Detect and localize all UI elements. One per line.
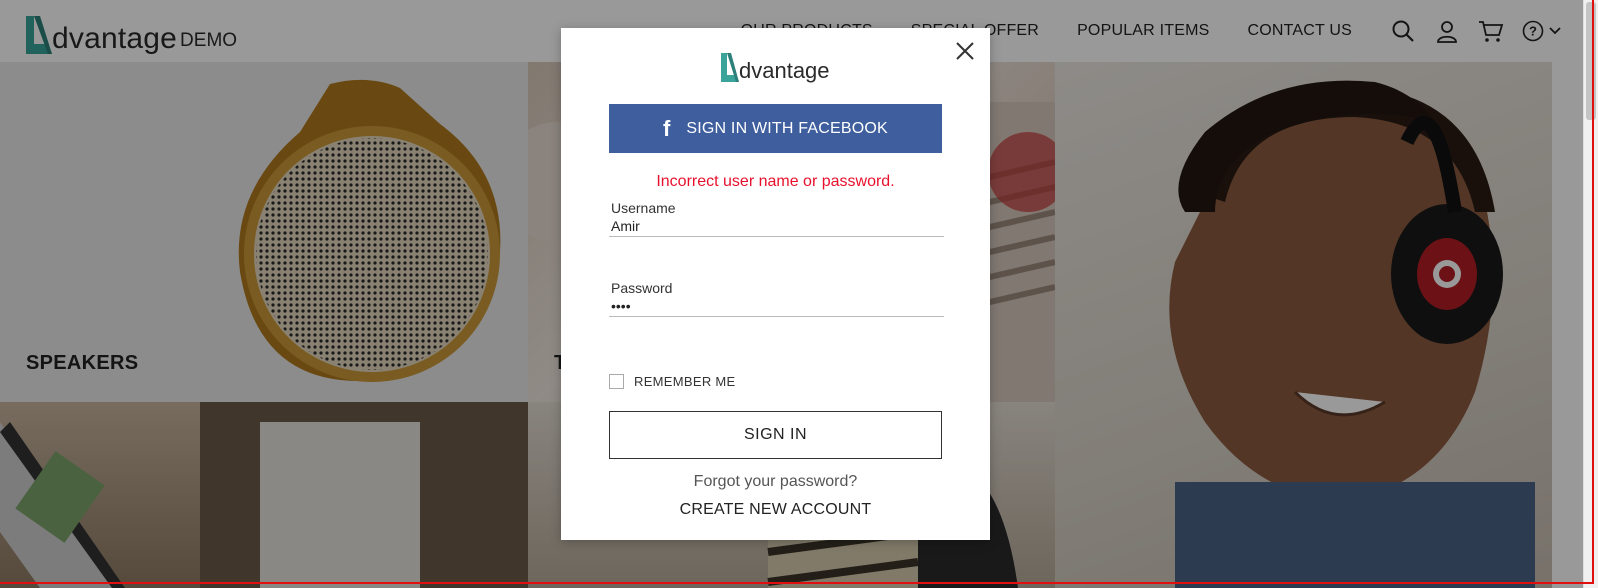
- remember-me-label: REMEMBER ME: [634, 374, 736, 389]
- login-modal: dvantage f SIGN IN WITH FACEBOOK Incorre…: [561, 28, 990, 540]
- remember-me[interactable]: REMEMBER ME: [609, 374, 736, 389]
- page-scrollbar[interactable]: [1583, 0, 1598, 588]
- logo-mark-icon: [721, 53, 739, 82]
- username-label: Username: [611, 200, 676, 216]
- username-input[interactable]: [609, 216, 944, 237]
- username-field-group: Username: [609, 200, 944, 237]
- password-field-group: Password: [609, 280, 944, 317]
- facebook-signin-label: SIGN IN WITH FACEBOOK: [686, 119, 888, 137]
- modal-logo-text: dvantage: [739, 58, 830, 83]
- facebook-icon: f: [663, 115, 671, 141]
- forgot-password-link[interactable]: Forgot your password?: [561, 473, 990, 491]
- password-input[interactable]: [609, 296, 944, 317]
- facebook-signin-button[interactable]: f SIGN IN WITH FACEBOOK: [609, 104, 942, 153]
- login-error-message: Incorrect user name or password.: [656, 173, 895, 190]
- create-account-link[interactable]: CREATE NEW ACCOUNT: [561, 501, 990, 519]
- password-label: Password: [611, 280, 673, 296]
- scrollbar-thumb[interactable]: [1586, 2, 1596, 120]
- close-icon[interactable]: [954, 40, 976, 62]
- sign-in-button[interactable]: SIGN IN: [609, 411, 942, 459]
- modal-logo: dvantage: [719, 52, 830, 82]
- remember-me-checkbox[interactable]: [609, 374, 624, 389]
